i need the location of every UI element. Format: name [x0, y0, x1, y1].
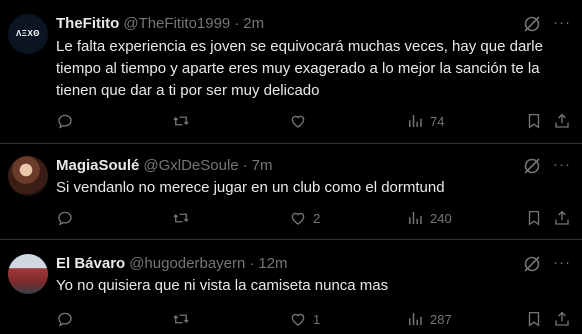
display-name[interactable]: MagiaSoulé: [56, 156, 139, 176]
display-name[interactable]: El Bávaro: [56, 254, 125, 274]
views-button[interactable]: 74: [406, 111, 444, 131]
bookmark-icon: [528, 311, 540, 327]
views-button[interactable]: 287: [406, 309, 452, 329]
bookmark-button[interactable]: [525, 309, 543, 329]
tweet-text: Le falta experiencia es joven se equivoc…: [56, 38, 543, 99]
avatar[interactable]: [8, 254, 48, 294]
dot-separator: ·: [242, 157, 248, 174]
like-icon: [291, 115, 305, 128]
user-handle[interactable]: @hugoderbayern: [129, 254, 245, 274]
retweet-icon: [173, 314, 189, 324]
views-count: 240: [430, 210, 452, 226]
user-handle[interactable]: @TheFitito1999: [123, 14, 230, 34]
grok-icon[interactable]: [522, 254, 542, 274]
retweet-button[interactable]: [172, 208, 196, 228]
reply-button[interactable]: [56, 309, 80, 329]
like-count: 2: [313, 210, 321, 226]
dot-separator: ·: [249, 255, 255, 272]
more-icon[interactable]: ···: [552, 13, 572, 33]
retweet-icon: [173, 116, 189, 126]
views-icon: [409, 212, 422, 224]
tweet[interactable]: El Bávaro @hugoderbayern · 12m ··· Yo no…: [0, 240, 582, 334]
tweet[interactable]: ΛΞXΘ TheFitito @TheFitito1999 · 2m ··· L…: [0, 0, 582, 144]
action-bar: 1 287: [0, 309, 582, 329]
timestamp[interactable]: 7m: [252, 156, 273, 176]
grok-icon[interactable]: [522, 156, 542, 176]
reply-icon: [58, 114, 72, 129]
views-count: 287: [430, 311, 452, 327]
user-handle[interactable]: @GxlDeSoule: [143, 156, 238, 176]
bookmark-icon: [528, 210, 540, 226]
timestamp[interactable]: 12m: [258, 254, 287, 274]
avatar[interactable]: ΛΞXΘ: [8, 14, 48, 54]
like-count: 1: [313, 311, 321, 327]
action-bar: 74: [0, 111, 582, 131]
avatar-logo: ΛΞXΘ: [15, 29, 41, 38]
tweet[interactable]: MagiaSoulé @GxlDeSoule · 7m ··· Si venda…: [0, 144, 582, 240]
retweet-icon: [173, 213, 189, 223]
dot-separator: ·: [234, 15, 240, 32]
timeline: ΛΞXΘ TheFitito @TheFitito1999 · 2m ··· L…: [0, 0, 582, 334]
tweet-header: TheFitito @TheFitito1999 · 2m: [56, 14, 264, 34]
reply-button[interactable]: [56, 208, 80, 228]
like-button[interactable]: 1: [289, 309, 320, 329]
like-button[interactable]: 2: [289, 208, 320, 228]
retweet-button[interactable]: [172, 309, 196, 329]
reply-button[interactable]: [56, 111, 80, 131]
like-icon: [291, 313, 305, 326]
views-icon: [409, 115, 422, 127]
like-icon: [291, 212, 305, 225]
views-count: 74: [430, 113, 445, 129]
share-icon: [555, 210, 569, 225]
tweet-text: Si vendanlo no merece jugar en un club c…: [56, 179, 445, 196]
share-button[interactable]: [553, 111, 571, 131]
reply-icon: [58, 312, 72, 327]
bookmark-button[interactable]: [525, 208, 543, 228]
action-bar: 2 240: [0, 208, 582, 228]
timestamp[interactable]: 2m: [243, 14, 264, 34]
share-icon: [555, 113, 569, 128]
views-icon: [409, 313, 422, 325]
tweet-text: Yo no quisiera que ni vista la camiseta …: [56, 277, 389, 294]
more-icon[interactable]: ···: [552, 155, 572, 175]
more-icon[interactable]: ···: [552, 253, 572, 273]
like-button[interactable]: [289, 111, 313, 131]
avatar[interactable]: [8, 156, 48, 196]
retweet-button[interactable]: [172, 111, 196, 131]
grok-icon[interactable]: [522, 14, 542, 34]
reply-icon: [58, 211, 72, 226]
tweet-header: El Bávaro @hugoderbayern · 12m: [56, 254, 288, 274]
bookmark-icon: [528, 113, 540, 129]
share-icon: [555, 311, 569, 326]
tweet-header: MagiaSoulé @GxlDeSoule · 7m: [56, 156, 272, 176]
views-button[interactable]: 240: [406, 208, 452, 228]
share-button[interactable]: [553, 309, 571, 329]
display-name[interactable]: TheFitito: [56, 14, 119, 34]
bookmark-button[interactable]: [525, 111, 543, 131]
share-button[interactable]: [553, 208, 571, 228]
